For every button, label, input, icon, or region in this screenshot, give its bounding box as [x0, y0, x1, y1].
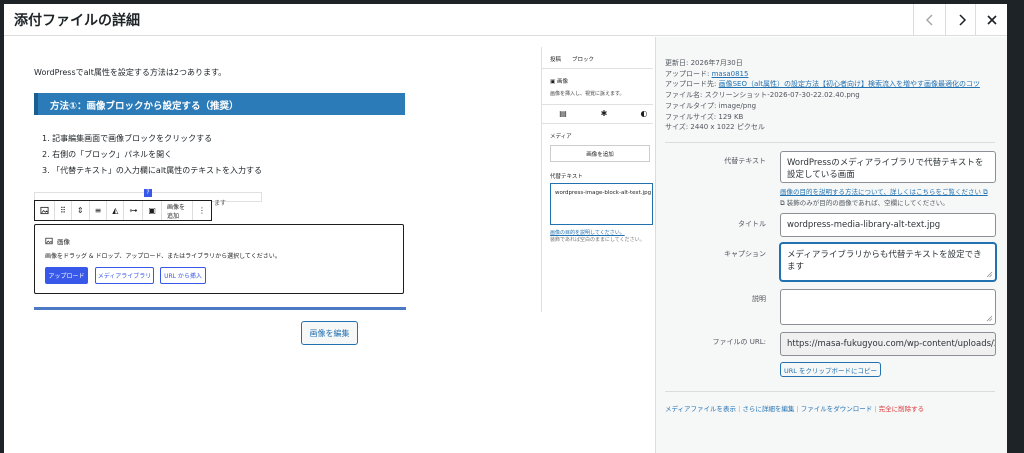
file-url-field[interactable]: https://masa-fukugyou.com/wp-content/upl… — [780, 332, 996, 356]
resize-grip-icon[interactable] — [986, 315, 993, 322]
preview-media-library-button: メディアライブラリ — [95, 267, 154, 284]
preview-upload-button: アップロード — [45, 267, 88, 284]
preview-suffix-text: ます — [214, 200, 227, 207]
block-name-label: 画像 — [556, 79, 568, 85]
file-name: ファイル名: スクリーンショット-2026-07-30-22.02.40.png — [665, 91, 860, 100]
preview-tab-post: 投稿 — [550, 57, 562, 63]
close-icon — [986, 15, 997, 25]
link-icon: ⊶ — [124, 201, 144, 220]
preview-separator — [34, 307, 406, 310]
alt-text-label: 代替テキスト — [724, 157, 766, 165]
preview-insert-url-button: URL から挿入 — [160, 267, 206, 284]
chevron-left-icon — [925, 14, 933, 26]
action-separator: | — [796, 405, 799, 413]
divider — [665, 391, 995, 392]
alt-help-link[interactable]: 画像の目的を説明する方法について、詳しくはこちらをご覧ください ⧉ — [780, 186, 988, 197]
preview-sidebar-tabs: 投稿 ブロック — [542, 47, 653, 69]
preview-steps-list: 1. 記事編集画面で画像ブロックをクリックする 2. 右側の「ブロック」パネルを… — [42, 131, 262, 179]
image-block-description: 画像をドラッグ & ドロップ、アップロード、またはライブラリから選択してください… — [45, 253, 281, 260]
more-options-icon: ⋮ — [198, 206, 206, 215]
uploaded-to-link[interactable]: 画像SEO（alt属性）の設定方法【初心者向け】検索流入を増やす画像最適化のコツ — [719, 80, 980, 88]
preview-intro-text: WordPressでalt属性を設定する方法は2つあります。 — [34, 68, 227, 77]
previous-button[interactable] — [913, 4, 945, 36]
alt-text-field[interactable]: WordPressのメディアライブラリで代替テキストを設定している画面 — [780, 151, 996, 183]
preview-heading: 方法①：画像ブロックから設定する（推奨） — [34, 93, 405, 115]
caption-text: メディアライブラリからも代替テキストを設定できます — [787, 250, 982, 272]
attachment-actions: メディアファイルを表示 | さらに詳細を編集 | ファイルをダウンロード | 完… — [665, 403, 924, 413]
file-size: ファイルサイズ: 129 KB — [665, 112, 744, 121]
preview-image-block-title: 画像 — [45, 236, 70, 246]
list-item: 3. 「代替テキスト」の入力欄にalt属性のテキストを入力する — [42, 166, 262, 175]
settings-list-icon: ▤ — [559, 109, 567, 118]
caption-label: キャプション — [724, 250, 766, 258]
edit-more-link[interactable]: さらに詳細を編集 — [742, 405, 794, 413]
file-type: ファイルタイプ: image/png — [665, 101, 757, 110]
preview-image-block: 画像 画像をドラッグ & ドロップ、アップロード、またはライブラリから選択してく… — [34, 224, 404, 294]
title-label: タイトル — [738, 220, 766, 228]
action-separator: | — [874, 405, 877, 413]
divider — [665, 142, 995, 143]
preview-alt-link: 画像の目的を説明してください。 — [550, 230, 625, 236]
resize-grip-icon[interactable] — [986, 271, 993, 278]
align-icon: ≡ — [90, 201, 108, 220]
preview-media-label: メディア — [550, 134, 572, 140]
action-separator: | — [738, 405, 741, 413]
edit-image-button[interactable]: 画像を編集 — [301, 321, 358, 345]
uploaded-to-label: アップロード先: — [665, 80, 719, 89]
preview-block-sidebar: 投稿 ブロック ▣ 画像 画像を挿入し、視覚に訴えます。 ▤ ✱ ◐ メディア … — [541, 47, 653, 312]
block-inserter-icon: ? — [144, 189, 152, 197]
uploaded-by: アップロード: masa0815 — [665, 69, 995, 80]
modal-header: 添付ファイルの詳細 — [4, 4, 1007, 36]
drag-handle-icon: ⠿ — [55, 201, 72, 220]
uploaded-by-link[interactable]: masa0815 — [712, 70, 749, 78]
list-item: 1. 記事編集画面で画像ブロックをクリックする — [42, 134, 213, 143]
file-url-label: ファイルの URL: — [712, 338, 766, 346]
download-link[interactable]: ファイルをダウンロード — [801, 405, 873, 413]
gear-icon: ✱ — [600, 109, 608, 118]
external-link-icon: ⧉ — [983, 188, 988, 196]
description-label: 説明 — [752, 295, 766, 303]
preview-sidebar-icon-row: ▤ ✱ ◐ — [542, 104, 653, 124]
file-details: 更新日: 2026年7月30日 アップロード: masa0815 アップロード先… — [665, 58, 995, 133]
screen-backdrop: 添付ファイルの詳細 WordPressでalt属性を設定する方法は2つあります。… — [0, 0, 1024, 453]
preview-block-toolbar: ⠿ ⇕ ≡ ◭ ⊶ ▣ 画像を追加 ⋮ — [34, 200, 212, 221]
uploaded-to: アップロード先: 画像SEO（alt属性）の設定方法【初心者向け】検索流入を増や… — [665, 79, 995, 90]
dimensions: サイズ: 2440 x 1022 ピクセル — [665, 123, 765, 132]
uploaded-by-label: アップロード: — [665, 69, 712, 78]
move-arrows-icon: ⇕ — [72, 201, 90, 220]
close-button[interactable] — [975, 4, 1007, 36]
preview-block-desc: 画像を挿入し、視覚に訴えます。 — [550, 91, 625, 97]
delete-permanently-link[interactable]: 完全に削除する — [879, 405, 925, 413]
preview-block-name: ▣ 画像 — [550, 79, 568, 85]
alt-help-link-text: 画像の目的を説明する方法について、詳しくはこちらをご覧ください — [780, 188, 981, 196]
alt-help-note-text: 装飾のみが目的の画像であれば、空欄にしてください。 — [786, 199, 949, 207]
external-link-icon: ⧉ — [780, 199, 785, 207]
preview-add-image: 画像を追加 — [550, 145, 650, 162]
preview-alt-label: 代替テキスト — [550, 174, 583, 180]
triangle-icon: ◭ — [107, 201, 125, 220]
image-block-title-label: 画像 — [57, 238, 70, 246]
caption-field[interactable]: メディアライブラリからも代替テキストを設定できます — [780, 243, 996, 281]
text-overlay-icon: ▣ — [143, 201, 162, 220]
attachment-preview: WordPressでalt属性を設定する方法は2つあります。 方法①：画像ブロッ… — [4, 37, 655, 453]
next-button[interactable] — [945, 4, 977, 36]
preview-tab-block: ブロック — [572, 57, 595, 63]
preview-alt-box: wordpress-image-block-alt-text.jpg — [550, 183, 653, 225]
contrast-icon: ◐ — [640, 109, 648, 118]
chevron-right-icon — [958, 14, 966, 26]
view-media-link[interactable]: メディアファイルを表示 — [665, 405, 736, 413]
title-field[interactable]: wordpress-media-library-alt-text.jpg — [780, 213, 996, 237]
description-field[interactable] — [780, 289, 996, 325]
modal-title: 添付ファイルの詳細 — [14, 13, 140, 29]
uploaded-on: 更新日: 2026年7月30日 — [665, 59, 743, 67]
image-icon — [35, 201, 55, 220]
image-icon — [45, 237, 53, 245]
copy-url-button[interactable]: URL をクリップボードにコピー — [780, 362, 881, 377]
list-item: 2. 右側の「ブロック」パネルを開く — [42, 150, 173, 159]
preview-toolbar-add-image: 画像を追加 — [162, 201, 193, 220]
alt-help-note: ⧉ 装飾のみが目的の画像であれば、空欄にしてください。 — [780, 197, 949, 208]
preview-alt-note: 装飾であれば空白のままにしてください。 — [550, 237, 645, 243]
